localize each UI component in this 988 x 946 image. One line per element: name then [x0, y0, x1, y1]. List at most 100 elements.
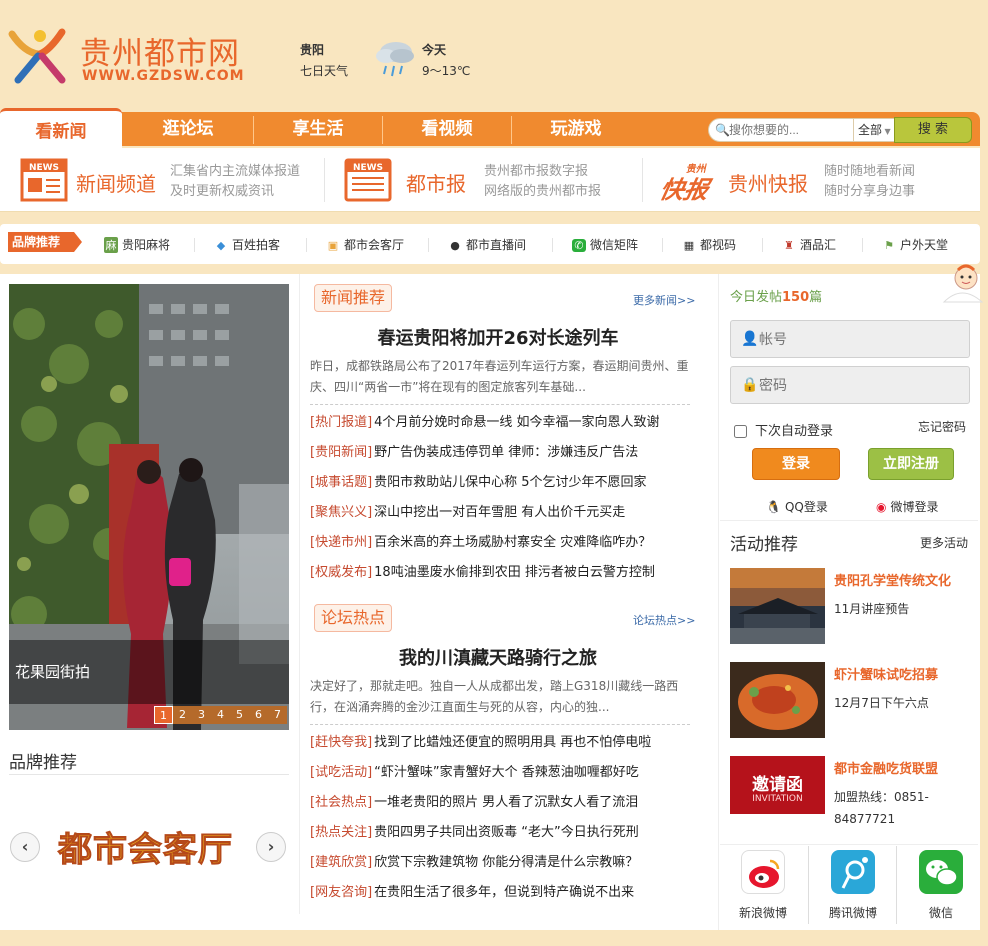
forum-category[interactable]: [建筑欣赏] — [310, 855, 372, 870]
forum-headline[interactable]: 我的川滇藏天路骑行之旅 — [310, 644, 686, 670]
tab-news[interactable]: 看新闻 — [0, 108, 122, 148]
brand-item[interactable]: ✆ 微信矩阵 — [572, 236, 638, 253]
news-title[interactable]: 贵阳市救助站儿保中心称 5个乞讨少年不愿回家 — [374, 475, 646, 490]
activity-item[interactable]: 虾汁蟹味试吃招募 12月7日下午六点 — [730, 662, 970, 742]
activity-title[interactable]: 虾汁蟹味试吃招募 — [834, 664, 938, 683]
username-input[interactable] — [759, 329, 959, 349]
activity-image[interactable] — [730, 568, 825, 644]
weather-city[interactable]: 贵阳 七日天气 — [300, 40, 348, 82]
weibo-login[interactable]: ◉ 微博登录 — [876, 498, 939, 515]
forum-title[interactable]: 贵阳四男子共同出资贩毒 “老大”今日执行死刑 — [374, 825, 639, 840]
channel-newspaper[interactable]: NEWS 都市报 贵州都市报数字报 网络版的贵州都市报 — [344, 154, 634, 206]
list-item[interactable]: [权威发布] 18吨油墨废水偷排到农田 排污者被白云警方控制 — [310, 558, 692, 588]
brand-item[interactable]: ⚑ 户外天堂 — [882, 236, 948, 253]
news-title[interactable]: 18吨油墨废水偷排到农田 排污者被白云警方控制 — [374, 565, 655, 580]
forum-title[interactable]: 在贵阳生活了很多年，但说到特产确说不出来 — [374, 885, 634, 900]
tab-games[interactable]: 玩游戏 — [512, 112, 640, 146]
news-category[interactable]: [权威发布] — [310, 565, 372, 580]
more-forum-link[interactable]: 论坛热点>> — [633, 612, 695, 628]
carousel-next-button[interactable]: › — [256, 832, 286, 862]
tab-video[interactable]: 看视频 — [383, 112, 511, 146]
list-item[interactable]: [试吃活动] “虾汁蟹味”家青蟹好大个 香辣葱油咖喱都好吃 — [310, 758, 692, 788]
qq-login[interactable]: 🐧 QQ登录 — [766, 498, 828, 515]
list-item[interactable]: [聚焦兴义] 深山中挖出一对百年雪胆 有人出价千元买走 — [310, 498, 692, 528]
channel-title: 都市报 — [406, 172, 466, 196]
news-title[interactable]: 深山中挖出一对百年雪胆 有人出价千元买走 — [374, 505, 625, 520]
activity-item[interactable]: 邀请函 INVITATION 都市金融吃货联盟 加盟热线：0851-848777… — [730, 756, 970, 836]
carousel-prev-button[interactable]: ‹ — [10, 832, 40, 862]
password-input[interactable] — [759, 375, 959, 395]
slide-page-7[interactable]: 7 — [268, 706, 287, 724]
more-news-link[interactable]: 更多新闻>> — [633, 292, 695, 308]
sns-tencent-weibo[interactable]: 腾讯微博 — [810, 850, 896, 924]
forum-title[interactable]: 一堆老贵阳的照片 男人看了沉默女人看了流泪 — [374, 795, 638, 810]
register-button[interactable]: 立即注册 — [868, 448, 954, 480]
news-headline[interactable]: 春运贵阳将加开26对长途列车 — [310, 324, 686, 350]
slide-page-6[interactable]: 6 — [249, 706, 268, 724]
list-item[interactable]: [赶快夸我] 找到了比蜡烛还便宜的照明用具 再也不怕停电啦 — [310, 728, 692, 758]
brand-item[interactable]: ♜ 酒品汇 — [782, 236, 836, 253]
sns-wechat[interactable]: 微信 — [898, 850, 984, 924]
brand-item[interactable]: ▦ 都视码 — [682, 236, 736, 253]
slide-page-1[interactable]: 1 — [154, 706, 173, 724]
news-category[interactable]: [贵阳新闻] — [310, 445, 372, 460]
forum-category[interactable]: [网友咨询] — [310, 885, 372, 900]
slide-caption[interactable]: 花果园街拍 — [9, 640, 289, 704]
activity-image[interactable]: 邀请函 INVITATION — [730, 756, 825, 832]
channel-news[interactable]: NEWS 新闻频道 汇集省内主流媒体报道 及时更新权威资讯 — [20, 154, 320, 206]
search-input[interactable] — [729, 121, 849, 139]
forgot-password-link[interactable]: 忘记密码 — [918, 418, 966, 435]
activity-item[interactable]: 贵阳孔学堂传统文化 11月讲座预告 — [730, 568, 970, 648]
tab-life[interactable]: 享生活 — [254, 112, 382, 146]
slide-page-5[interactable]: 5 — [230, 706, 249, 724]
forum-title[interactable]: 找到了比蜡烛还便宜的照明用具 再也不怕停电啦 — [374, 735, 651, 750]
forum-category[interactable]: [热点关注] — [310, 825, 372, 840]
brand-logo[interactable]: 都市会客厅 — [58, 822, 233, 871]
forum-category[interactable]: [赶快夸我] — [310, 735, 372, 750]
list-item[interactable]: [快递市州] 百余米高的弃土场威胁村寨安全 灾难降临咋办？ — [310, 528, 692, 558]
list-item[interactable]: [热点关注] 贵阳四男子共同出资贩毒 “老大”今日执行死刑 — [310, 818, 692, 848]
news-category[interactable]: [聚焦兴义] — [310, 505, 372, 520]
news-category[interactable]: [城事话题] — [310, 475, 372, 490]
brand-item[interactable]: ● 都市直播间 — [448, 236, 526, 253]
forecast-link[interactable]: 七日天气 — [300, 64, 348, 78]
forum-category[interactable]: [社会热点] — [310, 795, 372, 810]
forum-category[interactable]: [试吃活动] — [310, 765, 372, 780]
slide-page-2[interactable]: 2 — [173, 706, 192, 724]
activity-title[interactable]: 都市金融吃货联盟 — [834, 758, 938, 777]
parlor-icon: ▣ — [327, 239, 339, 252]
slide-page-3[interactable]: 3 — [192, 706, 211, 724]
search-scope-select[interactable]: 全部 ▼ — [853, 118, 895, 142]
list-item[interactable]: [网友咨询] 在贵阳生活了很多年，但说到特产确说不出来 — [310, 878, 692, 908]
sns-sina-weibo[interactable]: 新浪微博 — [720, 850, 806, 924]
list-item[interactable]: [社会热点] 一堆老贵阳的照片 男人看了沉默女人看了流泪 — [310, 788, 692, 818]
search-button[interactable]: 搜 索 — [894, 117, 972, 143]
list-item[interactable]: [建筑欣赏] 欣赏下宗教建筑物 你能分得清是什么宗教嘛？ — [310, 848, 692, 878]
lock-icon: 🔒 — [741, 377, 759, 393]
list-item[interactable]: [城事话题] 贵阳市救助站儿保中心称 5个乞讨少年不愿回家 — [310, 468, 692, 498]
news-category[interactable]: [热门报道] — [310, 415, 372, 430]
forum-title[interactable]: 欣赏下宗教建筑物 你能分得清是什么宗教嘛？ — [374, 855, 638, 870]
brand-item[interactable]: ◆ 百姓拍客 — [214, 236, 280, 253]
slideshow[interactable]: 花果园街拍 1 2 3 4 5 6 7 — [9, 284, 289, 730]
news-category[interactable]: [快递市州] — [310, 535, 372, 550]
news-title[interactable]: 野广告伪装成违停罚单 律师：涉嫌违反广告法 — [374, 445, 638, 460]
activity-image[interactable] — [730, 662, 825, 738]
news-title[interactable]: 4个月前分娩时命悬一线 如今幸福一家向恩人致谢 — [374, 415, 659, 430]
slide-page-4[interactable]: 4 — [211, 706, 230, 724]
activity-title[interactable]: 贵阳孔学堂传统文化 — [834, 570, 951, 589]
remember-checkbox[interactable] — [734, 425, 747, 438]
news-title[interactable]: 百余米高的弃土场威胁村寨安全 灾难降临咋办？ — [374, 535, 651, 550]
list-item[interactable]: [热门报道] 4个月前分娩时命悬一线 如今幸福一家向恩人致谢 — [310, 408, 692, 438]
column-divider — [718, 274, 719, 930]
more-activities-link[interactable]: 更多活动 — [920, 534, 968, 551]
brand-item[interactable]: ▣ 都市会客厅 — [326, 236, 404, 253]
site-logo[interactable]: 贵州都市网 WWW.GZDSW.COM — [0, 18, 280, 88]
forum-title[interactable]: “虾汁蟹味”家青蟹好大个 香辣葱油咖喱都好吃 — [374, 765, 639, 780]
login-button[interactable]: 登录 — [752, 448, 840, 480]
remember-me[interactable]: 下次自动登录 — [734, 420, 833, 439]
list-item[interactable]: [贵阳新闻] 野广告伪装成违停罚单 律师：涉嫌违反广告法 — [310, 438, 692, 468]
brand-item[interactable]: 麻贵阳麻将 — [104, 236, 170, 253]
channel-kuaibao[interactable]: 贵州 快报 贵州快报 随时随地看新闻 随时分享身边事 — [657, 154, 960, 206]
tab-forum[interactable]: 逛论坛 — [124, 112, 252, 146]
